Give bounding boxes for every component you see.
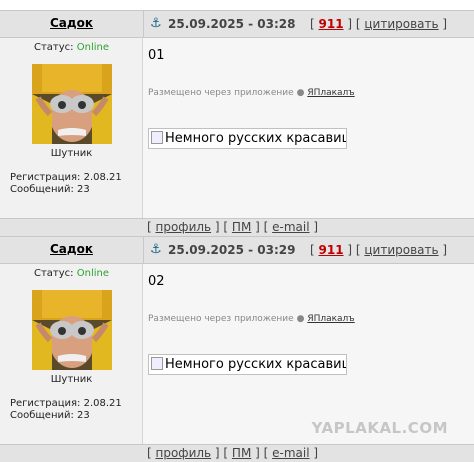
- author-name-link[interactable]: Садок: [0, 16, 143, 30]
- anchor-icon[interactable]: ⚓: [150, 16, 162, 31]
- footer-links: [ профиль ] [ ПМ ] [ e-mail ]: [147, 220, 319, 234]
- posted-via: Размещено через приложение ● ЯПлакалъ: [148, 88, 355, 98]
- avatar-image: [32, 64, 112, 144]
- post-image[interactable]: Немного русских красавиц: [148, 128, 347, 149]
- profile-link[interactable]: профиль: [156, 446, 212, 460]
- broken-image-icon: [151, 357, 163, 370]
- user-stats: Регистрация: 2.08.21 Сообщений: 23: [10, 398, 122, 422]
- author-panel: Статус: Online Шутник Регистрация: 2.08.…: [0, 38, 143, 218]
- divider: [143, 11, 144, 39]
- message-count: Сообщений: 23: [10, 184, 90, 195]
- post-content: 01 Размещено через приложение ● ЯПлакалъ…: [143, 38, 474, 218]
- status-label: Статус:: [34, 42, 74, 53]
- post-date: 25.09.2025 - 03:28: [168, 17, 296, 31]
- reply-count-link[interactable]: 911: [319, 17, 344, 31]
- posted-via-label: Размещено через приложение: [148, 314, 294, 324]
- status-line: Статус: Online: [0, 42, 143, 53]
- message-count: Сообщений: 23: [10, 410, 90, 421]
- post-header-links: [ 911 ] [ цитировать ]: [310, 243, 448, 257]
- apple-icon: ●: [296, 314, 305, 324]
- post-header-links: [ 911 ] [ цитировать ]: [310, 17, 448, 31]
- divider: [143, 237, 144, 265]
- post-body: Статус: Online Шутник Регистрация: 2.08.…: [0, 38, 474, 218]
- avatar[interactable]: [32, 290, 112, 370]
- user-rank: Шутник: [50, 148, 93, 159]
- quote-link[interactable]: цитировать: [364, 17, 438, 31]
- post-date: 25.09.2025 - 03:29: [168, 243, 296, 257]
- status-online: Online: [76, 268, 109, 279]
- status-label: Статус:: [34, 268, 74, 279]
- post-text: 02: [148, 274, 165, 289]
- post-content: 02 Размещено через приложение ● ЯПлакалъ…: [143, 264, 474, 444]
- posted-via: Размещено через приложение ● ЯПлакалъ: [148, 314, 355, 324]
- pm-link[interactable]: ПМ: [232, 446, 251, 460]
- profile-link[interactable]: профиль: [156, 220, 212, 234]
- avatar[interactable]: [32, 64, 112, 144]
- user-rank: Шутник: [50, 374, 93, 385]
- posted-via-label: Размещено через приложение: [148, 88, 294, 98]
- broken-image-icon: [151, 131, 163, 144]
- email-link[interactable]: e-mail: [272, 220, 309, 234]
- registration-date: Регистрация: 2.08.21: [10, 172, 122, 183]
- status-line: Статус: Online: [0, 268, 143, 279]
- quote-link[interactable]: цитировать: [364, 243, 438, 257]
- apple-icon: ●: [296, 88, 305, 98]
- post-header: Садок ⚓ 25.09.2025 - 03:29 [ 911 ] [ цит…: [0, 236, 474, 265]
- post-footer: [ профиль ] [ ПМ ] [ e-mail ]: [0, 218, 474, 236]
- post-body: Статус: Online Шутник Регистрация: 2.08.…: [0, 264, 474, 444]
- author-name-link[interactable]: Садок: [0, 242, 143, 256]
- pm-link[interactable]: ПМ: [232, 220, 251, 234]
- post-text: 01: [148, 48, 165, 63]
- image-alt-text: Немного русских красавиц: [165, 357, 347, 372]
- image-alt-text: Немного русских красавиц: [165, 131, 347, 146]
- author-panel: Статус: Online Шутник Регистрация: 2.08.…: [0, 264, 143, 444]
- footer-links: [ профиль ] [ ПМ ] [ e-mail ]: [147, 446, 319, 460]
- post-footer: [ профиль ] [ ПМ ] [ e-mail ]: [0, 444, 474, 462]
- email-link[interactable]: e-mail: [272, 446, 309, 460]
- anchor-icon[interactable]: ⚓: [150, 242, 162, 257]
- app-link[interactable]: ЯПлакалъ: [307, 88, 354, 98]
- reply-count-link[interactable]: 911: [319, 243, 344, 257]
- site-watermark: YAPLAKAL.COM: [311, 419, 448, 437]
- app-link[interactable]: ЯПлакалъ: [307, 314, 354, 324]
- status-online: Online: [76, 42, 109, 53]
- post-header: Садок ⚓ 25.09.2025 - 03:28 [ 911 ] [ цит…: [0, 10, 474, 39]
- registration-date: Регистрация: 2.08.21: [10, 398, 122, 409]
- user-stats: Регистрация: 2.08.21 Сообщений: 23: [10, 172, 122, 196]
- post-image[interactable]: Немного русских красавиц: [148, 354, 347, 375]
- avatar-image: [32, 290, 112, 370]
